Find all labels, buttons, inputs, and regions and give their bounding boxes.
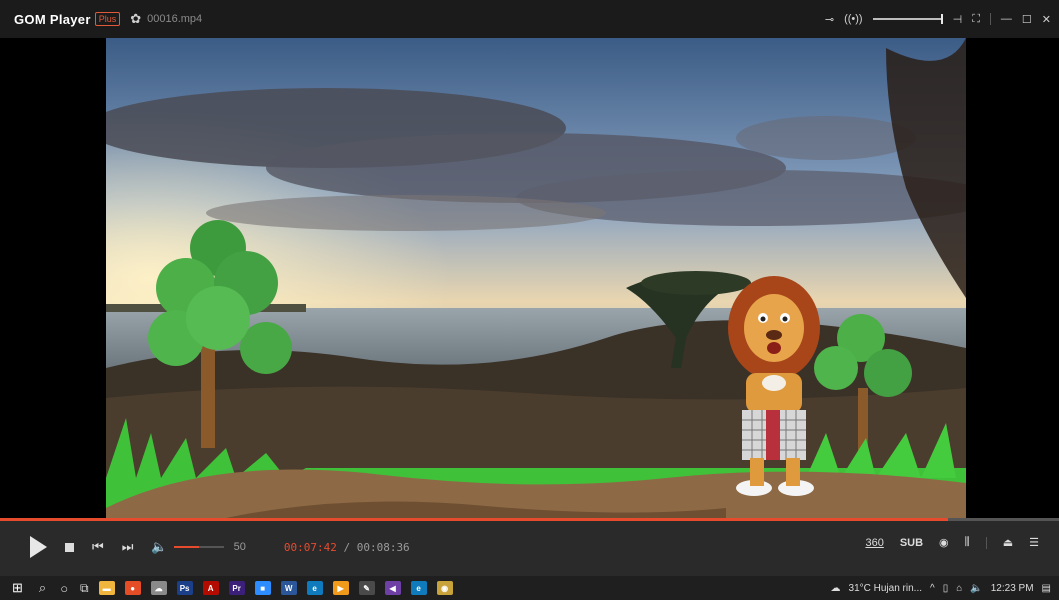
file-explorer-icon[interactable]: ▬ bbox=[98, 581, 115, 595]
next-icon[interactable]: ⏭ bbox=[122, 539, 134, 555]
visual-studio-icon[interactable]: ◀ bbox=[384, 581, 401, 595]
right-controls: 360 SUB ◉ ⫼ ⏏ ☰ bbox=[865, 536, 1039, 549]
time-separator: / bbox=[343, 540, 351, 554]
app-name: GOM Player bbox=[14, 11, 91, 27]
search-icon[interactable]: ⌕ bbox=[39, 580, 46, 596]
edge-2-icon[interactable]: e bbox=[410, 581, 427, 595]
chevron-up-icon[interactable]: ^ bbox=[930, 583, 935, 594]
audio-stream-icon[interactable]: ((•)) bbox=[844, 13, 863, 25]
title-right-controls: ⊸ ((•)) ⊣ ⛶ — ☐ ✕ bbox=[825, 0, 1051, 38]
video-frame bbox=[106, 38, 966, 518]
equalizer-icon[interactable]: ⫼ bbox=[965, 536, 970, 549]
chrome-icon[interactable]: ● bbox=[124, 581, 141, 595]
volume-value: 50 bbox=[233, 541, 246, 553]
camera-icon[interactable]: ◉ bbox=[939, 536, 949, 549]
task-view-icon[interactable]: ⧉ bbox=[80, 581, 89, 596]
control-bar: ⏮ ⏭ 🔈 50 00:07:42 / 00:08:36 360 SUB ◉ ⫼… bbox=[0, 518, 1059, 576]
maximize-icon[interactable]: ☐ bbox=[1022, 13, 1032, 26]
playback-controls: ⏮ ⏭ 🔈 50 00:07:42 / 00:08:36 bbox=[30, 536, 410, 558]
notification-icon[interactable]: ▤ bbox=[1042, 583, 1051, 594]
volume-icon[interactable]: 🔈 bbox=[151, 539, 167, 555]
volume-slider-fill bbox=[173, 546, 199, 548]
playlist-icon[interactable]: ☰ bbox=[1029, 536, 1039, 549]
network-icon[interactable]: ⌂ bbox=[956, 583, 962, 594]
current-time: 00:07:42 bbox=[283, 540, 337, 554]
plus-badge[interactable]: Plus bbox=[94, 12, 121, 26]
video-area[interactable] bbox=[0, 38, 1059, 518]
battery-icon[interactable]: ▯ bbox=[943, 583, 949, 594]
cortana-icon[interactable]: ○ bbox=[60, 581, 68, 596]
close-icon[interactable]: ✕ bbox=[1042, 13, 1051, 26]
premiere-icon[interactable]: Pr bbox=[228, 581, 245, 595]
vr360-button[interactable]: 360 bbox=[865, 537, 883, 549]
weather-icon[interactable]: ☁ bbox=[831, 583, 841, 594]
key-icon[interactable]: ⊸ bbox=[825, 13, 834, 26]
previous-icon[interactable]: ⏮ bbox=[92, 539, 104, 555]
volume-control: 🔈 50 bbox=[151, 539, 245, 555]
fullscreen-icon[interactable]: ⛶ bbox=[972, 13, 980, 26]
title-bar: GOM Player Plus ✿ 00016.mp4 ⊸ ((•)) ⊣ ⛶ … bbox=[0, 0, 1059, 38]
pinned-apps: ▬ ● ☁ Ps A Pr ■ We ▶ ✎ ◀ e ◉ bbox=[89, 581, 453, 595]
divider bbox=[989, 13, 991, 25]
app-cloud-icon[interactable]: ☁ bbox=[150, 581, 167, 595]
speaker-icon[interactable]: 🔈 bbox=[970, 583, 982, 594]
app-active-icon[interactable]: ◉ bbox=[436, 581, 453, 595]
time-display: 00:07:42 / 00:08:36 bbox=[284, 541, 410, 554]
total-time: 00:08:36 bbox=[356, 540, 410, 554]
play-icon[interactable] bbox=[30, 536, 47, 558]
system-tray: ☁ 31°C Hujan rin... ^ ▯ ⌂ 🔈 12:23 PM ▤ bbox=[831, 576, 1051, 600]
edge-icon[interactable]: e bbox=[306, 581, 323, 595]
app-orange-icon[interactable]: ▶ bbox=[332, 581, 349, 595]
volume-slider[interactable] bbox=[173, 546, 224, 548]
clock[interactable]: 12:23 PM bbox=[991, 583, 1034, 594]
seek-bar-fill bbox=[0, 518, 948, 521]
windows-taskbar: ⊞ ⌕ ○ ⧉ ▬ ● ☁ Ps A Pr ■ We ▶ ✎ ◀ e ◉ ☁ 31°C Hujan ri… bbox=[0, 576, 1059, 600]
filename-label: 00016.mp4 bbox=[147, 13, 203, 25]
windows-start-icon[interactable]: ⊞ bbox=[12, 580, 23, 596]
divider bbox=[985, 536, 987, 549]
gear-icon[interactable]: ✿ bbox=[130, 11, 141, 27]
app-pen-icon[interactable]: ✎ bbox=[358, 581, 375, 595]
subtitle-button[interactable]: SUB bbox=[900, 537, 923, 549]
seek-bar[interactable] bbox=[0, 518, 1059, 521]
pin-icon[interactable]: ⊣ bbox=[953, 13, 963, 26]
zoom-icon[interactable]: ■ bbox=[254, 581, 271, 595]
speed-slider-knob[interactable] bbox=[940, 14, 943, 24]
speed-slider[interactable] bbox=[872, 14, 943, 24]
word-icon[interactable]: W bbox=[280, 581, 297, 595]
stop-icon[interactable] bbox=[65, 542, 74, 552]
photoshop-icon[interactable]: Ps bbox=[176, 581, 193, 595]
minimize-icon[interactable]: — bbox=[1001, 13, 1012, 25]
weather-text[interactable]: 31°C Hujan rin... bbox=[849, 583, 922, 594]
acrobat-icon[interactable]: A bbox=[202, 581, 219, 595]
eject-icon[interactable]: ⏏ bbox=[1003, 536, 1013, 549]
